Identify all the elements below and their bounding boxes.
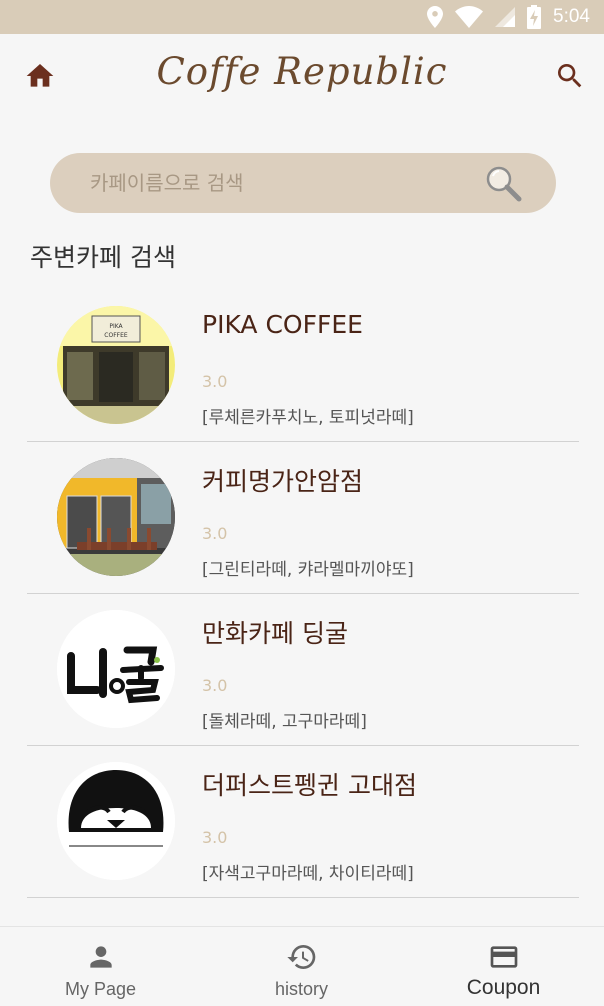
status-bar: 5:04 (0, 0, 604, 34)
cafe-rating: 3.0 (202, 676, 228, 695)
bottom-navigation: My Page history Coupon (0, 926, 604, 1006)
svg-text:PIKA: PIKA (109, 323, 123, 330)
location-icon (427, 6, 444, 28)
nav-label: My Page (64, 979, 137, 999)
cafe-name: 커피명가안암점 (202, 467, 364, 496)
cafe-list-item[interactable]: 만화카페 딩굴 3.0 [돌체라떼, 고구마라떼] (27, 594, 579, 746)
wifi-icon (455, 6, 484, 28)
storefront-photo (57, 458, 175, 576)
cafe-menu: [그린티라떼, 캬라멜마끼야또] (202, 560, 414, 580)
cafe-menu: [돌체라떼, 고구마라떼] (202, 712, 367, 732)
cafe-name: 더퍼스트펭귄 고대점 (202, 771, 417, 800)
magnifier-icon (486, 166, 522, 202)
cafe-search-box (50, 153, 556, 213)
cafe-rating: 3.0 (202, 524, 228, 543)
cafe-thumbnail (57, 762, 175, 880)
search-icon (558, 64, 582, 88)
cafe-rating: 3.0 (202, 828, 228, 847)
cafe-list-item[interactable]: PIKA COFFEE PIKA COFFEE 3.0 [루체른카푸치노, 토피… (27, 290, 579, 442)
dinggul-logo (57, 610, 175, 728)
cafe-name: PIKA COFFEE (202, 310, 363, 339)
cafe-list-item[interactable]: 커피명가안암점 3.0 [그린티라떼, 캬라멜마끼야또] (27, 442, 579, 594)
nav-history[interactable]: history (201, 927, 402, 1006)
cafe-thumbnail: PIKA COFFEE (57, 306, 175, 424)
nav-coupon[interactable]: Coupon (403, 927, 604, 1006)
first-penguin-logo (57, 762, 175, 880)
storefront-photo: PIKA COFFEE (57, 306, 175, 424)
battery-charging-icon (527, 5, 542, 29)
nav-label: Coupon (466, 976, 541, 999)
cafe-thumbnail (57, 610, 175, 728)
app-title: Coffe Republic (156, 50, 448, 93)
cafe-thumbnail (57, 458, 175, 576)
cafe-list-item[interactable]: 더퍼스트펭귄 고대점 3.0 [자색고구마라떼, 차이티라떼] (27, 746, 579, 898)
nav-my-page[interactable]: My Page (0, 927, 201, 1006)
signal-icon (495, 7, 516, 27)
cafe-name: 만화카페 딩굴 (202, 619, 348, 648)
cafe-search-input[interactable] (90, 153, 470, 213)
history-icon (286, 945, 315, 969)
cafe-list: PIKA COFFEE PIKA COFFEE 3.0 [루체른카푸치노, 토피… (27, 290, 579, 898)
nav-label: history (274, 979, 328, 999)
person-icon (89, 946, 112, 968)
cafe-menu: [루체른카푸치노, 토피넛라떼] (202, 408, 414, 428)
status-time: 5:04 (553, 6, 590, 27)
search-button[interactable] (554, 60, 586, 92)
status-icons: 5:04 (427, 0, 590, 34)
cafe-menu: [자색고구마라떼, 차이티라떼] (202, 864, 414, 884)
section-title: 주변카페 검색 (30, 243, 176, 272)
app-bar: Coffe Republic (0, 34, 604, 118)
credit-card-icon (490, 946, 517, 968)
svg-text:COFFEE: COFFEE (104, 332, 128, 339)
search-submit-button[interactable] (484, 164, 524, 204)
cafe-rating: 3.0 (202, 372, 228, 391)
